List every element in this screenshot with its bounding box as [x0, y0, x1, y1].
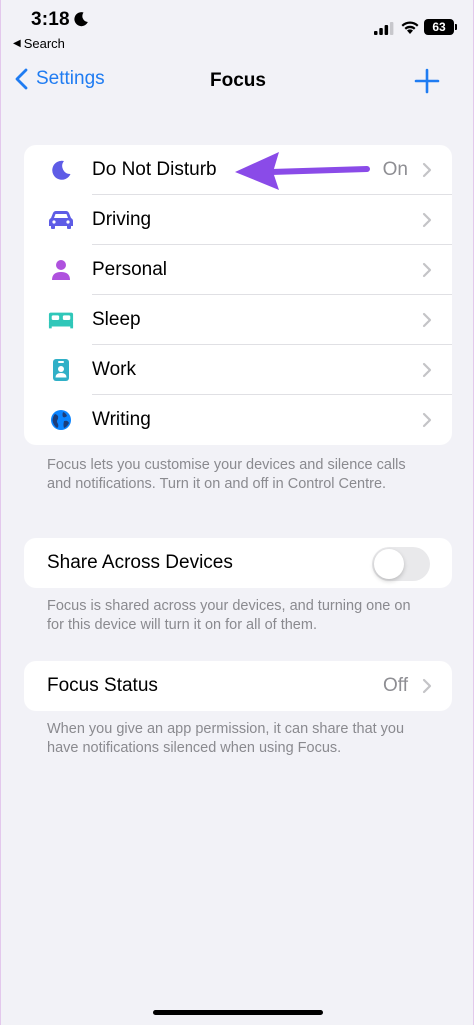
- chevron-right-icon: [422, 162, 432, 178]
- focus-row-label: Personal: [92, 259, 167, 280]
- car-icon: [48, 208, 74, 232]
- share-across-devices-group: Share Across Devices: [24, 538, 452, 588]
- id-badge-icon: [48, 358, 74, 382]
- toggle-knob: [374, 549, 404, 579]
- focus-row-label: Writing: [92, 409, 151, 430]
- focus-row-writing[interactable]: Writing: [24, 395, 452, 445]
- status-bar: 3:18 ◀ Search 63: [1, 0, 474, 56]
- share-across-devices-toggle[interactable]: [372, 547, 430, 581]
- focus-row-label: Sleep: [92, 309, 141, 330]
- chevron-right-icon: [422, 678, 432, 694]
- share-across-devices-label: Share Across Devices: [47, 552, 233, 573]
- add-focus-button[interactable]: [414, 68, 440, 94]
- share-across-devices-row: Share Across Devices: [24, 538, 452, 588]
- wifi-icon: [401, 21, 419, 34]
- focus-row-driving[interactable]: Driving: [24, 195, 452, 245]
- person-icon: [48, 258, 74, 282]
- focus-moon-icon: [74, 12, 88, 27]
- focus-row-label: Do Not Disturb: [92, 159, 217, 180]
- chevron-right-icon: [422, 312, 432, 328]
- focus-status-label: Focus Status: [47, 675, 158, 696]
- focus-row-label: Driving: [92, 209, 152, 230]
- moon-icon: [48, 158, 74, 182]
- chevron-right-icon: [422, 362, 432, 378]
- back-app-label: Search: [23, 36, 65, 51]
- annotation-arrow-icon: [235, 152, 370, 190]
- navigation-bar: Settings Focus: [1, 60, 474, 104]
- focus-row-label: Work: [92, 359, 136, 380]
- focus-status-row[interactable]: Focus Status Off: [24, 661, 452, 711]
- page-title: Focus: [210, 70, 266, 91]
- chevron-right-icon: [422, 212, 432, 228]
- back-to-app-link[interactable]: ◀ Search: [13, 36, 65, 51]
- back-triangle-icon: ◀: [13, 38, 21, 49]
- battery-nub: [455, 24, 457, 30]
- focus-status-group: Focus Status Off: [24, 661, 452, 711]
- focus-status-value: Off: [383, 675, 408, 696]
- focus-row-value: On: [382, 159, 408, 180]
- home-indicator: [153, 1010, 323, 1015]
- focus-footnote: Focus lets you customise your devices an…: [47, 457, 406, 492]
- chevron-right-icon: [422, 412, 432, 428]
- share-footnote: Focus is shared across your devices, and…: [47, 598, 411, 633]
- focus-row-sleep[interactable]: Sleep: [24, 295, 452, 345]
- cellular-signal-icon: [374, 22, 394, 35]
- focus-status-footnote: When you give an app permission, it can …: [47, 721, 405, 756]
- battery-indicator: 63: [424, 19, 454, 35]
- globe-icon: [48, 408, 74, 432]
- status-time: 3:18: [31, 9, 70, 30]
- bed-icon: [48, 308, 74, 332]
- focus-row-personal[interactable]: Personal: [24, 245, 452, 295]
- chevron-right-icon: [422, 262, 432, 278]
- focus-row-work[interactable]: Work: [24, 345, 452, 395]
